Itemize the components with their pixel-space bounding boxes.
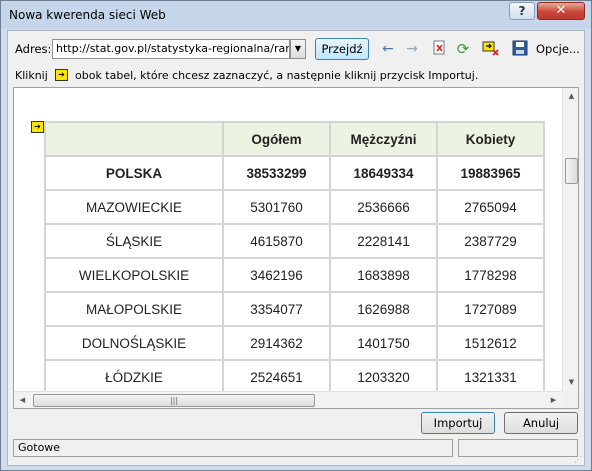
- table-cell: POLSKA: [44, 155, 224, 191]
- table-cell: 2536666: [329, 189, 438, 225]
- table-cell: 5301760: [222, 189, 331, 225]
- table-cell: 3354077: [222, 291, 331, 327]
- dialog-window: Nowa kwerenda sieci Web ? ✕ Adres: http:…: [0, 0, 592, 471]
- table-cell: 1626988: [329, 291, 438, 327]
- table-cell: ŚLĄSKIE: [44, 223, 224, 259]
- table-cell: 18649334: [329, 155, 438, 191]
- address-label: Adres:: [15, 42, 52, 56]
- table-cell: DOLNOŚLĄSKIE: [44, 325, 224, 361]
- table-cell: 2387729: [436, 223, 545, 259]
- horizontal-scroll-thumb[interactable]: |||: [33, 394, 315, 407]
- status-pane: [458, 439, 578, 457]
- import-button[interactable]: Importuj: [421, 412, 495, 434]
- scroll-left-icon[interactable]: ◀: [14, 392, 31, 408]
- vertical-scrollbar[interactable]: ▲ ▼: [562, 88, 578, 391]
- address-dropdown-button[interactable]: ▼: [290, 39, 306, 59]
- address-input[interactable]: http://stat.gov.pl/statystyka-regionalna…: [52, 39, 290, 59]
- table-cell: 38533299: [222, 155, 331, 191]
- table-cell: 19883965: [436, 155, 545, 191]
- table-cell: 2524651: [222, 359, 331, 395]
- scroll-up-icon[interactable]: ▲: [563, 88, 578, 105]
- table-cell: MAZOWIECKIE: [44, 189, 224, 225]
- no-marks-icon[interactable]: [482, 40, 500, 58]
- dialog-body: Adres: http://stat.gov.pl/statystyka-reg…: [7, 30, 585, 466]
- forward-arrow-icon[interactable]: →: [403, 40, 421, 58]
- resize-grip-icon[interactable]: ⋰: [574, 455, 582, 464]
- refresh-icon[interactable]: ⟳: [454, 40, 472, 58]
- table-select-arrow-icon[interactable]: ➔: [31, 121, 44, 133]
- title-bar[interactable]: Nowa kwerenda sieci Web ? ✕: [1, 1, 591, 29]
- table-cell: 1727089: [436, 291, 545, 327]
- data-table: Ogółem Mężczyźni Kobiety POLSKA 38533299…: [44, 121, 545, 395]
- table-cell: 2914362: [222, 325, 331, 361]
- select-arrow-icon: ➔: [55, 69, 68, 81]
- hint-prefix: Kliknij: [15, 69, 48, 82]
- table-row: POLSKA 38533299 18649334 19883965: [44, 155, 545, 191]
- options-button[interactable]: Opcje...: [536, 42, 580, 56]
- table-cell: 4615870: [222, 223, 331, 259]
- stop-icon[interactable]: [431, 40, 449, 58]
- table-row: DOLNOŚLĄSKIE 2914362 1401750 1512612: [44, 325, 545, 361]
- table-row: WIELKOPOLSKIE 3462196 1683898 1778298: [44, 257, 545, 293]
- chevron-down-icon: ▼: [294, 44, 302, 53]
- table-cell: 3462196: [222, 257, 331, 293]
- table-cell: 2228141: [329, 223, 438, 259]
- table-cell: 1683898: [329, 257, 438, 293]
- web-preview[interactable]: ➔ Ogółem Mężczyźni Kobiety POLSKA 385332…: [13, 87, 579, 409]
- column-header: [44, 121, 224, 157]
- table-cell: 1778298: [436, 257, 545, 293]
- table-row: MAZOWIECKIE 5301760 2536666 2765094: [44, 189, 545, 225]
- table-cell: 2765094: [436, 189, 545, 225]
- table-row: MAŁOPOLSKIE 3354077 1626988 1727089: [44, 291, 545, 327]
- status-bar: Gotowe: [13, 439, 453, 457]
- back-arrow-icon[interactable]: ←: [379, 40, 397, 58]
- scroll-corner: [562, 391, 578, 408]
- table-row: ŁÓDZKIE 2524651 1203320 1321331: [44, 359, 545, 395]
- column-header: Mężczyźni: [329, 121, 438, 157]
- help-button[interactable]: ?: [509, 2, 535, 20]
- scroll-down-icon[interactable]: ▼: [563, 374, 578, 391]
- window-title: Nowa kwerenda sieci Web: [9, 8, 166, 22]
- table-cell: 1512612: [436, 325, 545, 361]
- column-header: Ogółem: [222, 121, 331, 157]
- close-button[interactable]: ✕: [537, 2, 585, 20]
- table-row: ŚLĄSKIE 4615870 2228141 2387729: [44, 223, 545, 259]
- vertical-scroll-thumb[interactable]: [565, 158, 578, 184]
- table-cell: 1203320: [329, 359, 438, 395]
- table-cell: 1401750: [329, 325, 438, 361]
- save-query-icon[interactable]: [511, 40, 529, 58]
- table-header-row: Ogółem Mężczyźni Kobiety: [44, 121, 545, 157]
- horizontal-scrollbar[interactable]: ◀ ||| ▶: [14, 391, 562, 408]
- cancel-button[interactable]: Anuluj: [504, 412, 578, 434]
- column-header: Kobiety: [436, 121, 545, 157]
- table-cell: WIELKOPOLSKIE: [44, 257, 224, 293]
- go-button[interactable]: Przejdź: [315, 38, 369, 60]
- table-cell: 1321331: [436, 359, 545, 395]
- table-cell: MAŁOPOLSKIE: [44, 291, 224, 327]
- hint-text: obok tabel, które chcesz zaznaczyć, a na…: [75, 69, 479, 82]
- scroll-right-icon[interactable]: ▶: [545, 392, 562, 408]
- table-cell: ŁÓDZKIE: [44, 359, 224, 395]
